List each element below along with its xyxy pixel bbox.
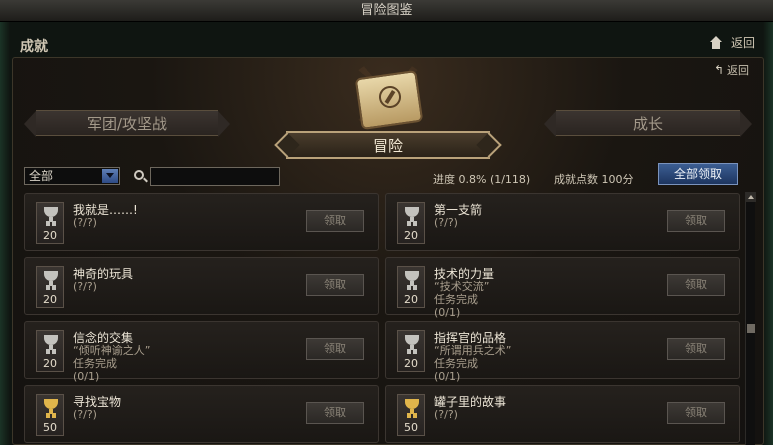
achievement-detail-line: (?/?): [434, 408, 458, 421]
tab-adventure[interactable]: 冒险: [286, 131, 490, 159]
achievement-points-value: 20: [43, 293, 57, 306]
category-select[interactable]: 全部: [24, 167, 120, 185]
achievement-badge: 20: [36, 330, 64, 372]
trophy-icon: [44, 271, 58, 286]
achievement-points-value: 50: [404, 421, 418, 434]
section-title: 成就: [20, 39, 48, 55]
trophy-icon: [405, 399, 419, 414]
claim-button[interactable]: 领取: [667, 210, 725, 232]
panel-back-label: 返回: [727, 64, 749, 77]
achievement-detail: “所谓用兵之术” 任务完成 (0/1): [434, 344, 511, 383]
trophy-icon: [405, 335, 419, 350]
claim-button[interactable]: 领取: [306, 338, 364, 360]
claim-button[interactable]: 领取: [667, 402, 725, 424]
claim-button[interactable]: 领取: [667, 338, 725, 360]
achievement-detail: “技术交流” 任务完成 (0/1): [434, 280, 489, 319]
search-input[interactable]: [150, 167, 280, 186]
chevron-down-icon[interactable]: [102, 169, 118, 183]
achievement-detail-line: (0/1): [434, 370, 461, 383]
achievement-detail-line: (?/?): [73, 280, 97, 293]
achievement-card: 20 我就是……! (?/?) 领取: [24, 193, 379, 251]
achievement-points-value: 50: [43, 421, 57, 434]
window-title: 冒险图鉴: [0, 0, 773, 22]
achievement-detail-line: 任务完成: [434, 293, 478, 306]
achievement-points-value: 20: [43, 357, 57, 370]
achievement-detail-line: (0/1): [434, 306, 461, 319]
back-link[interactable]: 返回: [731, 34, 755, 51]
achievement-card: 50 罐子里的故事 (?/?) 领取: [385, 385, 740, 443]
claim-button[interactable]: 领取: [306, 210, 364, 232]
achievement-badge: 50: [397, 394, 425, 436]
tab-growth[interactable]: 成长: [544, 110, 752, 137]
achievement-detail-line: (0/1): [73, 370, 100, 383]
achievement-badge: 20: [36, 202, 64, 244]
achievement-card: 20 技术的力量 “技术交流” 任务完成 (0/1) 领取: [385, 257, 740, 319]
trophy-icon: [44, 335, 58, 350]
top-nav: 返回: [709, 34, 755, 51]
achievement-detail-line: 任务完成: [73, 357, 117, 370]
achievement-badge: 20: [36, 266, 64, 308]
scroll-emblem-icon: [338, 60, 438, 131]
achievement-detail: “倾听神谕之人” 任务完成 (0/1): [73, 344, 150, 383]
achievement-badge: 50: [36, 394, 64, 436]
panel-back-link[interactable]: ↰ 返回: [714, 62, 749, 78]
achievement-detail: (?/?): [73, 216, 97, 229]
achievement-detail-line: (?/?): [434, 216, 458, 229]
achievement-badge: 20: [397, 266, 425, 308]
category-select-value: 全部: [29, 169, 54, 183]
achievement-card: 20 指挥官的品格 “所谓用兵之术” 任务完成 (0/1) 领取: [385, 321, 740, 383]
achievement-card: 20 神奇的玩具 (?/?) 领取: [24, 257, 379, 315]
scrollbar[interactable]: [745, 192, 756, 445]
achievement-detail-line: (?/?): [73, 408, 97, 421]
scroll-thumb[interactable]: [747, 324, 755, 333]
achievement-detail: (?/?): [73, 408, 97, 421]
return-arrow-icon: ↰: [713, 63, 724, 77]
trophy-icon: [405, 271, 419, 286]
trophy-icon: [44, 207, 58, 222]
achievement-points-value: 20: [404, 293, 418, 306]
achievement-card: 20 信念的交集 “倾听神谕之人” 任务完成 (0/1) 领取: [24, 321, 379, 383]
claim-button[interactable]: 领取: [306, 402, 364, 424]
trophy-icon: [44, 399, 58, 414]
trophy-icon: [405, 207, 419, 222]
achievement-detail-line: (?/?): [73, 216, 97, 229]
achievement-points-value: 20: [43, 229, 57, 242]
achievement-card: 20 第一支箭 (?/?) 领取: [385, 193, 740, 251]
search-icon: [134, 170, 144, 180]
achievement-points: 成就点数 100分: [554, 173, 634, 186]
achievement-detail: (?/?): [434, 216, 458, 229]
home-icon[interactable]: [709, 35, 723, 50]
achievement-points-value: 20: [404, 229, 418, 242]
achievement-badge: 20: [397, 202, 425, 244]
scroll-up-arrow-icon[interactable]: [746, 192, 756, 202]
achievement-badge: 20: [397, 330, 425, 372]
claim-button[interactable]: 领取: [306, 274, 364, 296]
achievement-detail-line: “所谓用兵之术”: [434, 344, 512, 357]
achievement-detail-line: 任务完成: [434, 357, 478, 370]
achievement-detail-line: “技术交流”: [434, 280, 490, 293]
achievement-points-value: 20: [404, 357, 418, 370]
claim-all-button[interactable]: 全部领取: [658, 163, 738, 185]
tab-legion[interactable]: 军团/攻坚战: [24, 110, 230, 137]
achievement-detail-line: “倾听神谕之人”: [73, 344, 151, 357]
achievement-card: 50 寻找宝物 (?/?) 领取: [24, 385, 379, 443]
progress-text: 进度 0.8% (1/118): [433, 173, 531, 186]
achievement-detail: (?/?): [434, 408, 458, 421]
claim-button[interactable]: 领取: [667, 274, 725, 296]
achievement-detail: (?/?): [73, 280, 97, 293]
